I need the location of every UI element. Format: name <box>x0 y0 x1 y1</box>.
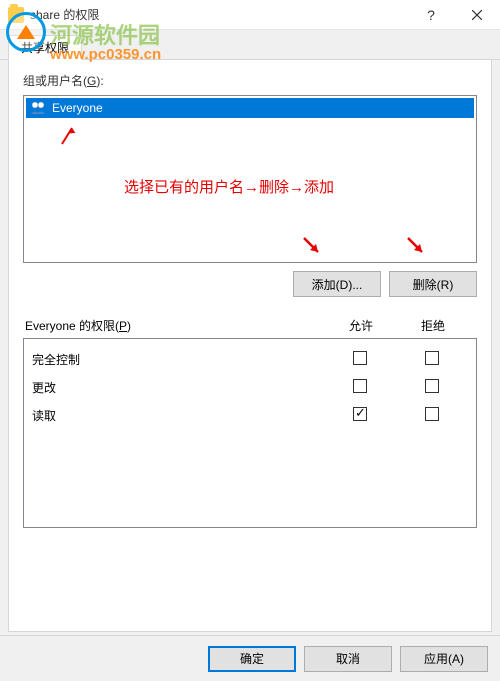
permissions-for-label: Everyone 的权限(P) <box>25 317 325 334</box>
tab-share-permissions[interactable]: 共享权限 <box>8 35 82 60</box>
permission-name: 更改 <box>32 379 324 396</box>
annotation-text: 选择已有的用户名→删除→添加 <box>124 176 334 197</box>
user-list-item-everyone[interactable]: Everyone <box>26 98 474 118</box>
permission-name: 完全控制 <box>32 351 324 368</box>
group-user-label: 组或用户名(G): <box>23 72 477 89</box>
allow-column-header: 允许 <box>325 317 397 334</box>
close-button[interactable] <box>454 0 500 29</box>
permission-name: 读取 <box>32 407 324 424</box>
deny-checkbox-read[interactable] <box>425 407 439 421</box>
users-group-icon <box>30 101 48 115</box>
annotation-arrow-icon <box>58 122 82 146</box>
allow-checkbox-change[interactable] <box>353 379 367 393</box>
annotation-arrow-icon <box>404 234 428 258</box>
deny-column-header: 拒绝 <box>397 317 469 334</box>
window-title: share 的权限 <box>30 6 408 23</box>
ok-button[interactable]: 确定 <box>208 646 296 672</box>
user-listbox[interactable]: Everyone 选择已有的用户名→删除→添加 <box>23 95 477 263</box>
permissions-header: Everyone 的权限(P) 允许 拒绝 <box>23 313 477 338</box>
user-name: Everyone <box>52 101 103 115</box>
titlebar: share 的权限 ? <box>0 0 500 30</box>
permissions-listbox: 完全控制 更改 读取 <box>23 338 477 528</box>
cancel-button[interactable]: 取消 <box>304 646 392 672</box>
permission-row: 读取 <box>32 401 468 429</box>
close-icon <box>472 10 482 20</box>
folder-icon <box>8 7 24 23</box>
window-controls: ? <box>408 0 500 29</box>
permission-row: 完全控制 <box>32 345 468 373</box>
user-buttons-row: 添加(D)... 删除(R) <box>23 271 477 297</box>
dialog-footer: 确定 取消 应用(A) <box>0 635 500 681</box>
allow-checkbox-read[interactable] <box>353 407 367 421</box>
help-button[interactable]: ? <box>408 0 454 29</box>
allow-checkbox-full[interactable] <box>353 351 367 365</box>
deny-checkbox-full[interactable] <box>425 351 439 365</box>
panel-body: 组或用户名(G): Everyone 选择已有的用户名→删除→添加 添加(D).… <box>8 60 492 632</box>
deny-checkbox-change[interactable] <box>425 379 439 393</box>
add-button[interactable]: 添加(D)... <box>293 271 381 297</box>
permission-row: 更改 <box>32 373 468 401</box>
remove-button[interactable]: 删除(R) <box>389 271 477 297</box>
tab-strip: 共享权限 <box>0 34 500 60</box>
apply-button[interactable]: 应用(A) <box>400 646 488 672</box>
annotation-arrow-icon <box>300 234 324 258</box>
